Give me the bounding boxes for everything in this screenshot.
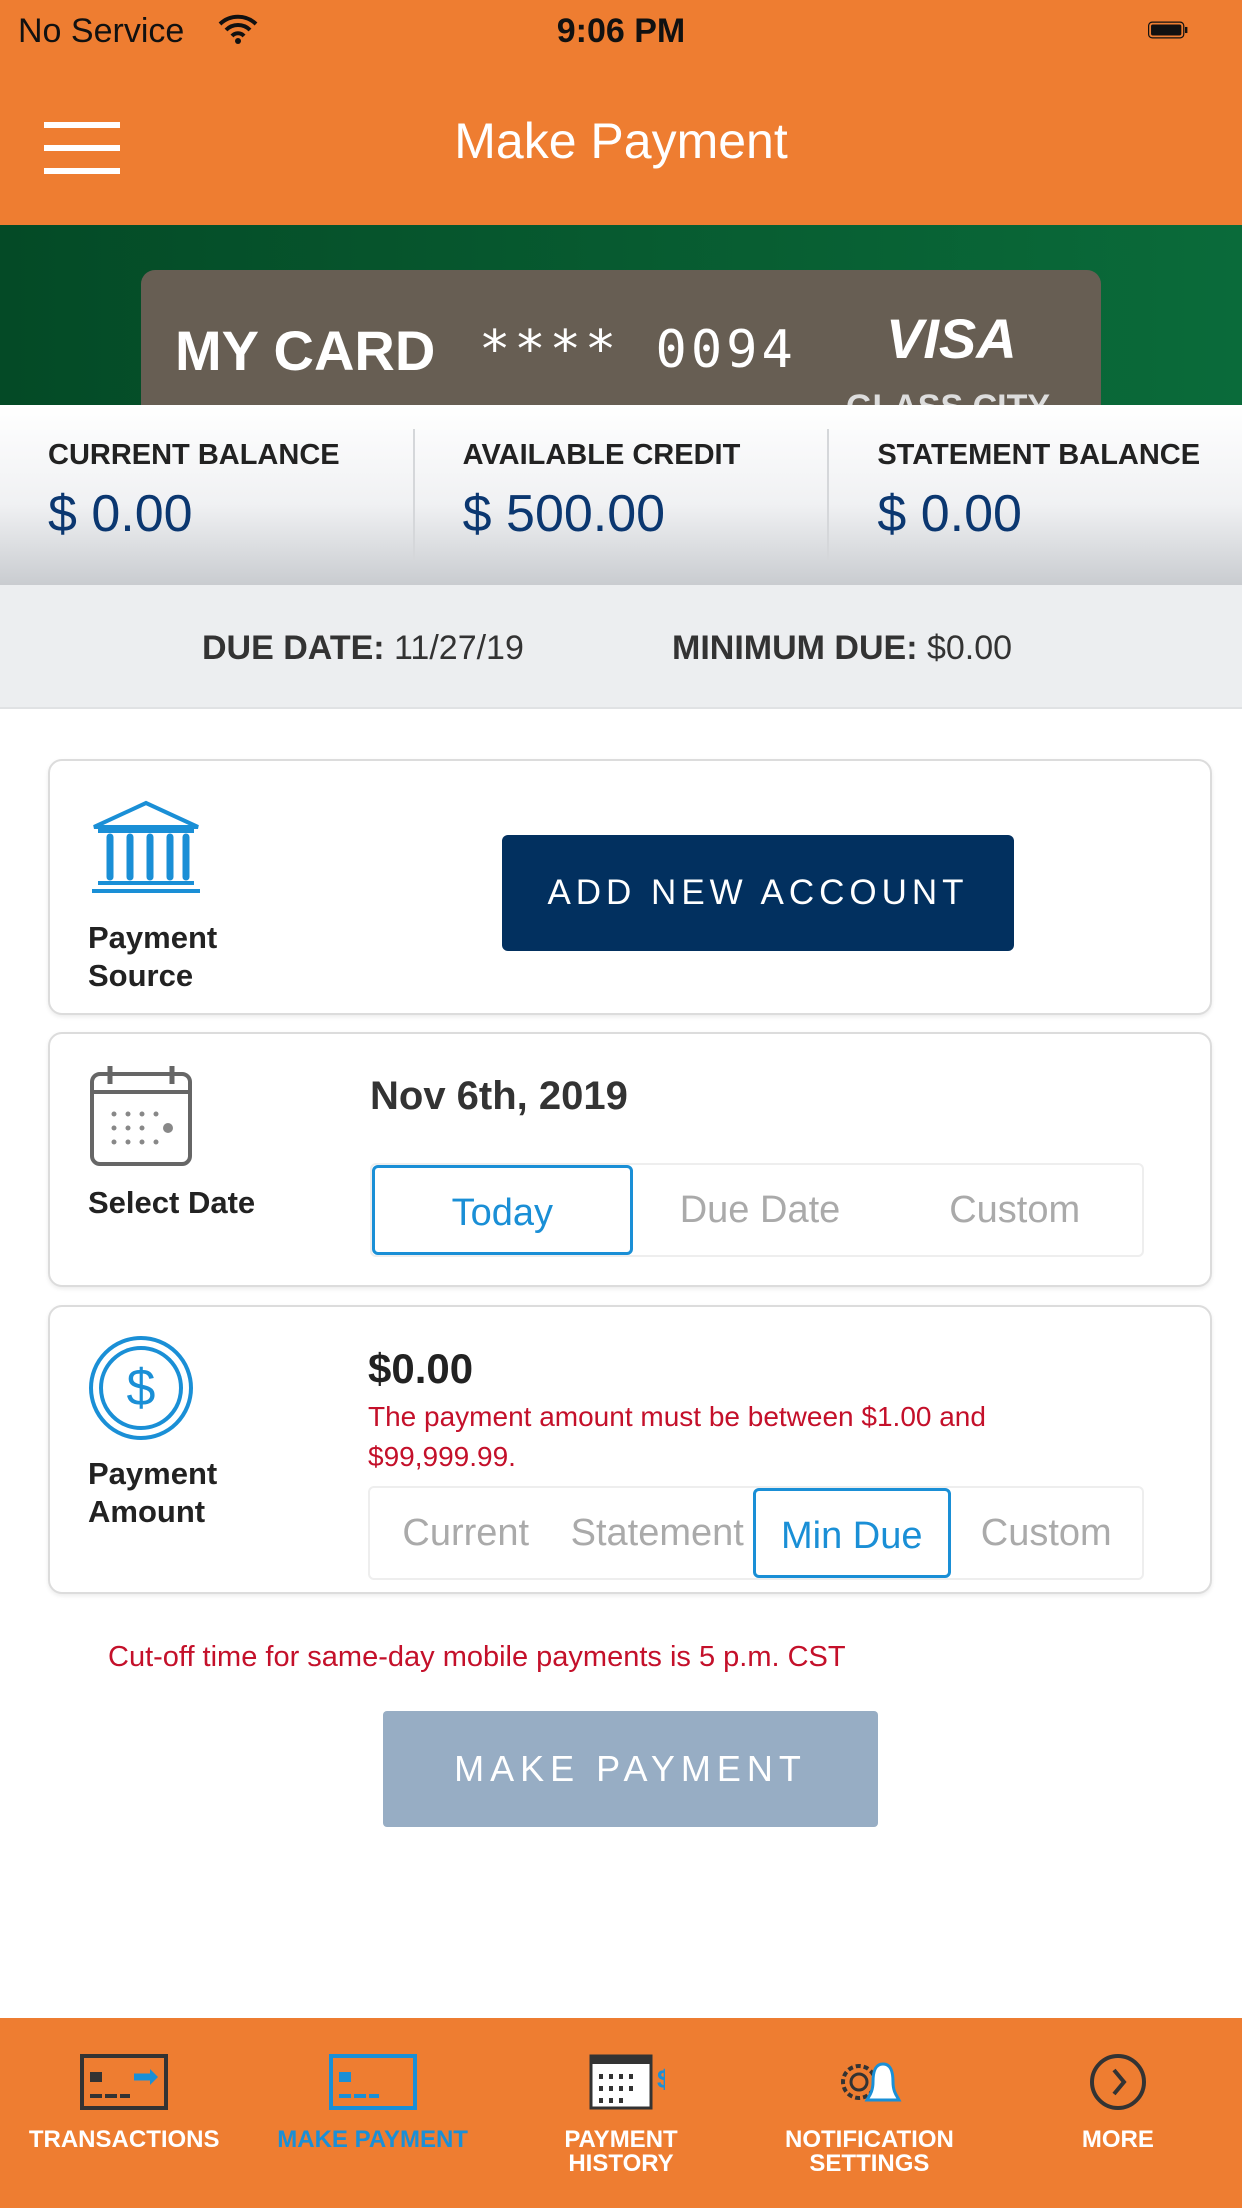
payment-source-label: Payment — [88, 920, 218, 955]
tab-bar: TRANSACTIONS MAKE PAYMENT $ PAYMENT HISTO… — [0, 2018, 1242, 2208]
clock: 9:06 PM — [556, 12, 686, 50]
tab-more[interactable]: MORE — [994, 2018, 1242, 2208]
amount-option-min-due[interactable]: Min Due — [753, 1488, 951, 1578]
calendar-icon — [90, 1066, 192, 1166]
svg-text:$: $ — [657, 2064, 665, 2094]
value: $ 0.00 — [48, 485, 193, 543]
amount-segmented-control: Current Statement Min Due Custom — [368, 1486, 1144, 1580]
add-new-account-button[interactable]: ADD NEW ACCOUNT — [502, 835, 1014, 951]
issuer-logo: GLASS CITY — [846, 388, 1050, 405]
tab-label: TRANSACTIONS — [28, 2126, 220, 2153]
tab-label: NOTIFICATION — [784, 2126, 954, 2153]
due-date-value: 11/27/19 — [394, 629, 524, 667]
payment-amount-card: $ Payment Amount $0.00 The payment amount… — [48, 1305, 1212, 1594]
battery-icon — [1148, 21, 1188, 39]
available-credit: AVAILABLE CREDIT $ 500.00 — [415, 429, 830, 561]
label: CURRENT BALANCE — [48, 439, 340, 471]
due-info: DUE DATE: 11/27/19 MINIMUM DUE: $0.00 — [0, 585, 1242, 709]
date-segmented-control: Today Due Date Custom — [370, 1163, 1144, 1257]
make-payment-icon — [328, 2054, 417, 2110]
top-bar: No Service 9:06 PM Make Payment — [0, 0, 1242, 225]
select-date-card: Select Date Nov 6th, 2019 Today Due Date… — [48, 1032, 1212, 1287]
tab-label: PAYMENT — [564, 2126, 678, 2153]
current-balance: CURRENT BALANCE $ 0.00 — [0, 429, 415, 561]
transactions-icon — [80, 2054, 169, 2110]
tab-label-2: SETTINGS — [809, 2150, 930, 2177]
amount-value[interactable]: $0.00 — [368, 1345, 473, 1393]
svg-text:$: $ — [127, 1359, 156, 1417]
payment-history-icon: $ — [589, 2054, 665, 2110]
make-payment-button[interactable]: MAKE PAYMENT — [383, 1711, 878, 1827]
payment-amount-label-2: Amount — [88, 1494, 206, 1529]
visa-logo: VISA — [886, 307, 1017, 370]
date-option-due-date[interactable]: Due Date — [633, 1165, 888, 1255]
card-number: **** 0094 — [479, 320, 797, 380]
amount-option-custom[interactable]: Custom — [951, 1488, 1143, 1578]
tab-transactions[interactable]: TRANSACTIONS — [0, 2018, 248, 2208]
bank-icon — [92, 800, 200, 893]
amount-error: The payment amount must be between $1.00… — [368, 1401, 986, 1472]
tab-make-payment[interactable]: MAKE PAYMENT — [248, 2018, 496, 2208]
value: $ 0.00 — [877, 485, 1022, 543]
payment-source-label-2: Source — [88, 958, 194, 993]
label: STATEMENT BALANCE — [877, 439, 1201, 471]
date-option-custom[interactable]: Custom — [887, 1165, 1142, 1255]
card-banner: MY CARD **** 0094 VISA GLASS CITY — [0, 225, 1242, 405]
dollar-icon: $ — [89, 1336, 193, 1440]
tab-label: MAKE PAYMENT — [277, 2126, 468, 2153]
page-title: Make Payment — [454, 113, 788, 169]
balances-strip: CURRENT BALANCE $ 0.00 AVAILABLE CREDIT $ … — [0, 405, 1242, 585]
card-name: MY CARD — [175, 319, 436, 382]
minimum-due-value: $0.00 — [926, 629, 1013, 667]
date-option-today[interactable]: Today — [372, 1165, 633, 1255]
payment-source-card: Payment Source ADD NEW ACCOUNT — [48, 759, 1212, 1015]
label: AVAILABLE CREDIT — [462, 439, 741, 471]
selected-date: Nov 6th, 2019 — [370, 1074, 628, 1118]
amount-option-current[interactable]: Current — [370, 1488, 562, 1578]
tab-notification-settings[interactable]: NOTIFICATION SETTINGS — [745, 2018, 993, 2208]
cutoff-note: Cut-off time for same-day mobile payment… — [108, 1641, 846, 1673]
value: $ 500.00 — [462, 485, 666, 543]
statement-balance: STATEMENT BALANCE $ 0.00 — [829, 429, 1242, 561]
tab-payment-history[interactable]: $ PAYMENT HISTORY — [497, 2018, 745, 2208]
minimum-due-label: MINIMUM DUE: — [672, 629, 918, 667]
tab-label: MORE — [1081, 2126, 1154, 2153]
due-date-label: DUE DATE: — [202, 629, 385, 667]
amount-option-statement[interactable]: Statement — [562, 1488, 754, 1578]
notification-settings-icon — [841, 2062, 902, 2102]
chevron-right-circle-icon — [1089, 2054, 1146, 2110]
select-date-label: Select Date — [88, 1185, 256, 1220]
tab-label-2: HISTORY — [568, 2150, 674, 2177]
credit-card[interactable]: MY CARD **** 0094 VISA GLASS CITY — [141, 270, 1101, 405]
payment-amount-label: Payment — [88, 1456, 218, 1491]
